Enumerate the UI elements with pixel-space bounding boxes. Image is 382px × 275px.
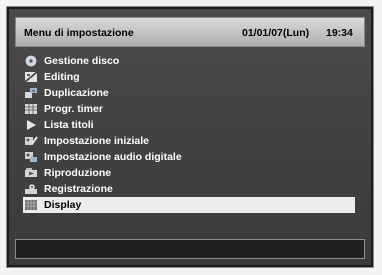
menu-item-display[interactable]: Display [23, 197, 355, 213]
menu-item-label: Impostazione iniziale [44, 135, 150, 147]
digital-audio-icon [23, 151, 39, 164]
menu-item-riproduzione[interactable]: Riproduzione [23, 165, 355, 181]
film-edit-icon [23, 71, 39, 84]
menu-item-label: Riproduzione [44, 167, 112, 179]
tv-screen-frame: Menu di impostazione 01/01/07(Lun) 19:34… [6, 6, 374, 268]
menu-item-label: Editing [44, 71, 80, 83]
menu-item-label: Registrazione [44, 183, 113, 195]
menu-item-gestione-disco[interactable]: Gestione disco [23, 53, 355, 69]
menu-item-impostazione-audio-digitale[interactable]: Impostazione audio digitale [23, 149, 355, 165]
disc-icon [23, 55, 39, 68]
menu-item-label: Progr. timer [44, 103, 103, 115]
menu-item-lista-titoli[interactable]: Lista titoli [23, 117, 355, 133]
time-display: 19:34 [326, 27, 353, 39]
initial-setup-icon [23, 135, 39, 148]
setup-menu: Gestione disco Editing Duplicazione Prog… [23, 53, 355, 213]
menu-item-registrazione[interactable]: Registrazione [23, 181, 355, 197]
menu-item-label: Impostazione audio digitale [44, 151, 182, 163]
menu-item-label: Lista titoli [44, 119, 94, 131]
menu-item-label: Gestione disco [44, 55, 120, 67]
display-icon [23, 199, 39, 212]
menu-item-duplicazione[interactable]: Duplicazione [23, 85, 355, 101]
menu-item-editing[interactable]: Editing [23, 69, 355, 85]
menu-item-label: Duplicazione [44, 87, 109, 99]
menu-title: Menu di impostazione [24, 27, 134, 39]
record-icon [23, 183, 39, 196]
osd-screen: Menu di impostazione 01/01/07(Lun) 19:34… [9, 9, 371, 265]
timer-grid-icon [23, 103, 39, 116]
dub-icon [23, 87, 39, 100]
playback-icon [23, 167, 39, 180]
info-bar [15, 239, 365, 259]
menu-item-progr-timer[interactable]: Progr. timer [23, 101, 355, 117]
menu-item-label: Display [44, 199, 82, 211]
menu-header: Menu di impostazione 01/01/07(Lun) 19:34 [15, 17, 365, 47]
date-display: 01/01/07(Lun) [242, 27, 310, 39]
play-icon [23, 119, 39, 132]
menu-item-impostazione-iniziale[interactable]: Impostazione iniziale [23, 133, 355, 149]
